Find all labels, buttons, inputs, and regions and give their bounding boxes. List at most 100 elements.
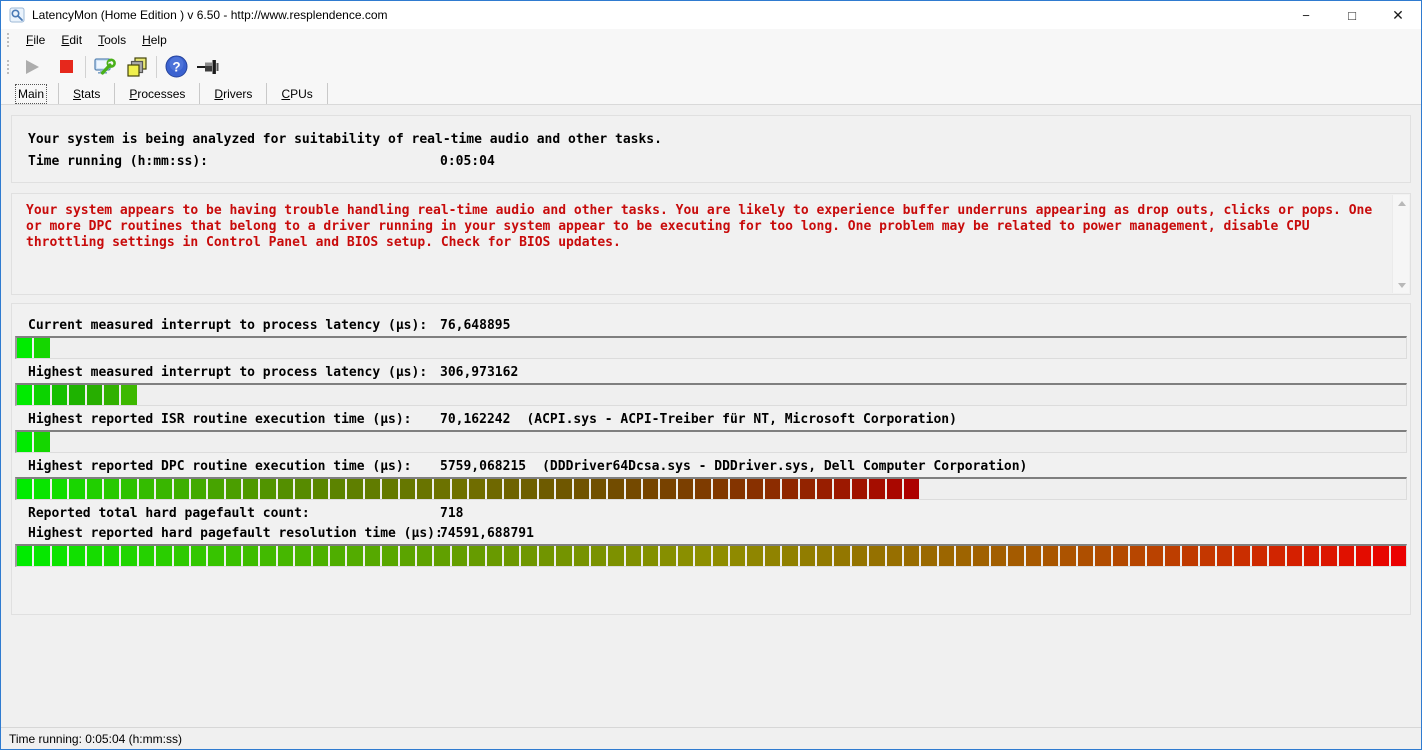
bar-segment xyxy=(503,479,520,499)
time-running-value: 0:05:04 xyxy=(440,154,495,169)
bar-segment xyxy=(1025,546,1042,566)
bar-segment xyxy=(608,546,624,566)
tab-main[interactable]: Main xyxy=(4,83,60,104)
tab-processes[interactable]: Processes xyxy=(115,83,201,104)
measurement-value: 74591,688791 xyxy=(440,526,534,541)
bar-segment xyxy=(608,479,624,499)
menu-file[interactable]: File xyxy=(18,31,53,49)
time-running-row: Time running (h:mm:ss): 0:05:04 xyxy=(28,151,1394,173)
bar-segment xyxy=(260,546,276,566)
menu-bar: File Edit Tools Help xyxy=(1,29,1421,50)
bar-segment xyxy=(1130,546,1146,566)
bar-segment xyxy=(556,546,572,566)
bar-segment xyxy=(521,479,537,499)
bar-segment xyxy=(1060,546,1076,566)
bar-segment xyxy=(1373,546,1389,566)
tab-processes-label: Processes xyxy=(129,86,186,101)
toolbar-separator xyxy=(156,55,157,78)
bar-segment xyxy=(799,479,815,499)
bar-segment xyxy=(764,546,781,566)
bar-segment xyxy=(660,546,676,566)
analysis-status-text: Your system is being analyzed for suitab… xyxy=(28,132,662,147)
bar-segment xyxy=(1286,546,1302,566)
bar-segment xyxy=(17,385,33,405)
measurement-label: Current measured interrupt to process la… xyxy=(28,318,428,333)
bar-segment xyxy=(556,479,572,499)
bar-segment xyxy=(34,432,50,452)
bar-segment xyxy=(17,432,33,452)
bar-segment xyxy=(730,546,746,566)
bar-segment xyxy=(1356,546,1372,566)
analyze-tool-icon[interactable] xyxy=(91,53,119,81)
bar-segment xyxy=(1008,546,1024,566)
bar-segment xyxy=(677,479,694,499)
tab-main-label: Main xyxy=(14,83,48,104)
measurements-panel: Current measured interrupt to process la… xyxy=(11,303,1411,615)
pin-icon[interactable] xyxy=(194,53,222,81)
measurement-label: Highest reported DPC routine execution t… xyxy=(28,459,412,474)
warning-text: Your system appears to be having trouble… xyxy=(26,203,1373,250)
close-button[interactable]: ✕ xyxy=(1375,1,1421,29)
scroll-down-icon[interactable] xyxy=(1393,277,1410,293)
status-bar: Time running: 0:05:04 (h:mm:ss) xyxy=(1,727,1421,749)
bar-segment xyxy=(190,546,207,566)
bar-segment xyxy=(816,546,833,566)
help-glyph: ? xyxy=(165,55,187,78)
tab-stats[interactable]: Stats xyxy=(59,83,116,104)
tab-cpus-label: CPUs xyxy=(281,86,313,101)
play-icon[interactable] xyxy=(18,53,46,81)
bar-segment xyxy=(625,479,642,499)
help-icon[interactable]: ? xyxy=(162,53,190,81)
bar-segment xyxy=(364,479,381,499)
copy-report-icon[interactable] xyxy=(123,53,151,81)
bar-segment xyxy=(173,546,189,566)
pin-glyph xyxy=(197,59,219,74)
bar-segment xyxy=(1390,546,1406,566)
tab-drivers[interactable]: Drivers xyxy=(200,83,268,104)
title-bar[interactable]: LatencyMon (Home Edition ) v 6.50 - http… xyxy=(1,1,1421,29)
bar-segment xyxy=(712,479,729,499)
minimize-button[interactable]: − xyxy=(1283,1,1329,29)
bar-segment xyxy=(173,479,189,499)
warning-scrollbar[interactable] xyxy=(1392,195,1409,293)
bar-segment xyxy=(243,546,259,566)
stop-icon[interactable] xyxy=(52,53,80,81)
play-triangle xyxy=(25,59,39,74)
bar-segment xyxy=(643,479,659,499)
bar-segment xyxy=(208,479,224,499)
bar-segment xyxy=(834,546,850,566)
analyze-tool-glyph xyxy=(94,57,116,75)
bar-segment xyxy=(1199,546,1215,566)
bar-segment xyxy=(434,546,450,566)
bar-segment xyxy=(921,546,937,566)
bar-segment xyxy=(538,479,555,499)
bar-segment xyxy=(538,546,555,566)
bar-segment xyxy=(34,338,50,358)
menu-tools[interactable]: Tools xyxy=(90,31,134,49)
main-content: Your system is being analyzed for suitab… xyxy=(1,105,1421,727)
bar-segment xyxy=(695,546,711,566)
bar-segment xyxy=(225,479,242,499)
bar-segment xyxy=(730,479,746,499)
tab-drivers-label: Drivers xyxy=(214,86,253,101)
tab-cpus[interactable]: CPUs xyxy=(267,83,328,104)
svg-text:?: ? xyxy=(172,60,180,75)
measurement-row: Highest reported DPC routine execution t… xyxy=(12,457,1410,476)
bar-segment xyxy=(886,479,902,499)
bar-segment xyxy=(416,546,433,566)
bar-segment xyxy=(990,546,1007,566)
measurement-row: Reported total hard pagefault count: 718 xyxy=(12,504,1410,523)
bar-segment xyxy=(190,479,207,499)
bar-segment xyxy=(312,479,329,499)
scroll-up-icon[interactable] xyxy=(1393,195,1410,211)
bar-segment xyxy=(486,479,502,499)
measurement-label: Highest reported ISR routine execution t… xyxy=(28,412,412,427)
menu-edit[interactable]: Edit xyxy=(53,31,90,49)
bar-segment xyxy=(399,546,415,566)
bar-segment xyxy=(869,479,885,499)
bar-segment xyxy=(330,546,346,566)
latency-bar-highest xyxy=(15,383,1407,406)
menu-help[interactable]: Help xyxy=(134,31,175,49)
maximize-button[interactable]: □ xyxy=(1329,1,1375,29)
bar-segment xyxy=(399,479,415,499)
